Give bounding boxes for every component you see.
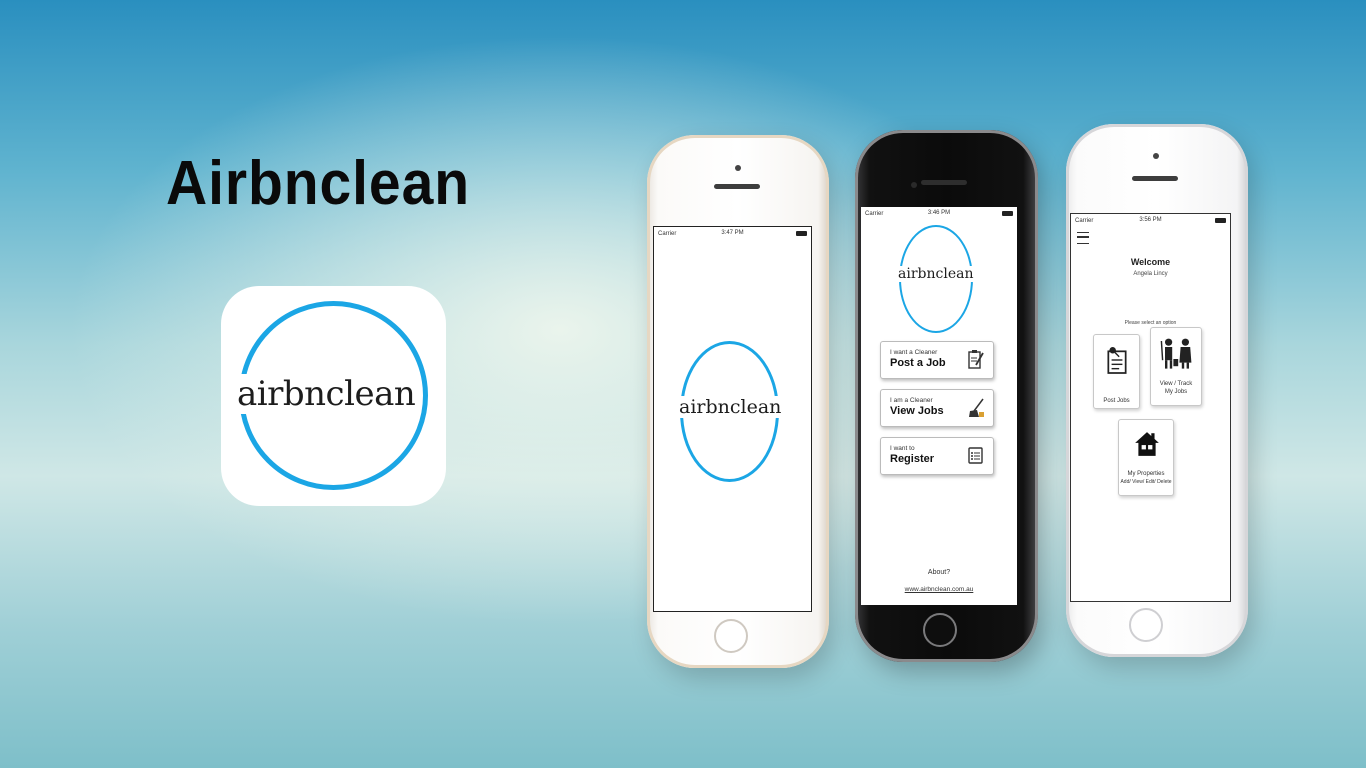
battery-icon (1002, 211, 1013, 216)
phone-dashboard: Carrier 3:56 PM Welcome Angela Lincy Ple… (1066, 124, 1248, 657)
status-time: 3:47 PM (721, 230, 744, 236)
view-jobs-button[interactable]: I am a Cleaner View Jobs (880, 389, 994, 427)
post-job-label: Post a Job (890, 357, 946, 369)
post-job-small: I want a Cleaner (890, 349, 938, 356)
splash-logo-text: airbnclean (678, 396, 783, 418)
splash-screen: Carrier 3:47 PM airbnclean (653, 226, 812, 612)
view-track-label-line2: My Jobs (1164, 389, 1188, 395)
promo-title: Airbnclean (166, 149, 470, 218)
about-link[interactable]: About? (861, 569, 1017, 576)
front-camera-icon (1153, 153, 1159, 159)
clipboard-pen-icon (968, 350, 984, 369)
earpiece (714, 184, 760, 189)
user-name: Angela Lincy (1133, 271, 1168, 277)
status-time: 3:46 PM (927, 210, 951, 216)
app-icon-logo-text: airbnclean (235, 374, 418, 414)
register-small: I want to (890, 445, 915, 452)
battery-icon (1215, 218, 1226, 223)
earpiece (921, 180, 967, 185)
broom-bucket-icon (969, 398, 984, 417)
app-icon: airbnclean (221, 286, 446, 506)
pushpin-note-icon (1107, 347, 1127, 374)
house-icon (1135, 432, 1159, 456)
website-link[interactable]: www.airbnclean.com.au (861, 586, 1017, 593)
menu-screen: Carrier 3:46 PM airbnclean I want a Clea… (861, 207, 1017, 605)
my-properties-label: My Properties (1127, 471, 1165, 477)
post-job-button[interactable]: I want a Cleaner Post a Job (880, 341, 994, 379)
select-option-prompt: Please select an option (1124, 320, 1177, 326)
hamburger-menu-icon[interactable] (1077, 232, 1089, 244)
status-time: 3:56 PM (1139, 217, 1162, 223)
phone-splash: Carrier 3:47 PM airbnclean (647, 135, 829, 668)
view-track-label-line1: View / Track (1159, 381, 1193, 387)
home-button[interactable] (714, 619, 748, 653)
phone-menu: Carrier 3:46 PM airbnclean I want a Clea… (855, 130, 1038, 662)
status-bar: Carrier 3:46 PM (861, 207, 1017, 221)
list-form-icon (968, 447, 983, 464)
post-jobs-card[interactable]: Post Jobs (1093, 334, 1140, 409)
status-bar: Carrier 3:56 PM (1071, 214, 1230, 228)
register-label: Register (890, 453, 935, 465)
view-jobs-label: View Jobs (890, 405, 944, 417)
home-button[interactable] (1129, 608, 1163, 642)
earpiece (1132, 176, 1178, 181)
menu-logo-text: airbnclean (897, 266, 975, 282)
view-track-jobs-card[interactable]: View / Track My Jobs (1150, 327, 1202, 406)
front-camera-icon (735, 165, 741, 171)
battery-icon (796, 231, 807, 236)
welcome-heading: Welcome (1130, 257, 1171, 267)
dashboard-screen: Carrier 3:56 PM Welcome Angela Lincy Ple… (1070, 213, 1231, 602)
my-properties-sublabel: Add/ View/ Edit/ Delete (1120, 479, 1172, 485)
status-bar: Carrier 3:47 PM (654, 227, 811, 241)
my-properties-card[interactable]: My Properties Add/ View/ Edit/ Delete (1118, 419, 1174, 496)
home-button[interactable] (923, 613, 957, 647)
view-jobs-small: I am a Cleaner (890, 397, 933, 404)
cleaners-people-icon (1160, 338, 1192, 369)
front-camera-icon (911, 182, 917, 188)
post-jobs-label: Post Jobs (1103, 398, 1130, 404)
register-button[interactable]: I want to Register (880, 437, 994, 475)
